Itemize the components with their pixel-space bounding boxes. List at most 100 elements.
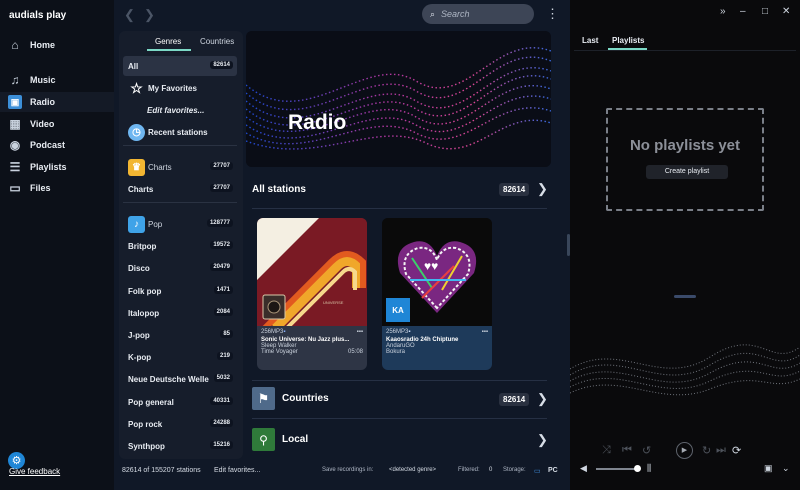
hero-banner: Radio [246,31,551,167]
chevron-down-icon[interactable]: ⌄ [782,463,790,474]
create-playlist-button[interactable]: Create playlist [646,165,728,179]
genre-item-all[interactable]: All 82614 [123,56,237,76]
status-bar: 82614 of 155207 stations Edit favorites.… [114,462,570,480]
forward-arrow-icon[interactable]: ❯ [144,7,155,23]
trophy-icon: ♛ [128,158,145,176]
genre-item[interactable]: Folk pop 1471 [123,281,237,301]
station-card[interactable]: ♥♥ KA 256MP3 ▪ ▪▪▪ Kaaosradio 24h Chiptune… [382,218,492,370]
genre-item[interactable]: Pop general 40331 [123,392,237,412]
previous-icon[interactable]: ⏮ [622,444,632,457]
storage-value[interactable]: PC [548,467,558,474]
star-icon: ☆ [130,79,143,96]
divider [574,50,796,51]
divider [123,145,237,146]
repeat-icon[interactable]: ⟳ [732,444,741,457]
svg-text:♥♥: ♥♥ [424,259,438,273]
rewind-icon[interactable]: ↺ [642,444,651,457]
tab-playlists[interactable]: Playlists [612,36,644,45]
genre-label: K-pop [128,352,152,362]
minimize-icon[interactable]: – [740,6,746,17]
cast-icon[interactable]: ▣ [764,463,773,474]
genre-count: 27707 [210,184,233,192]
nav-item-radio[interactable]: ▣ Radio [0,92,114,112]
genre-label: Recent stations [148,127,208,137]
genre-count: 20479 [210,263,233,271]
app-brand: audials play [9,10,67,21]
genre-item[interactable]: Synthpop 15216 [123,436,237,456]
folder-icon: ▭ [9,181,21,195]
forward-icon[interactable]: ↻ [702,444,711,457]
all-stations-count: 82614 [499,183,530,196]
edit-favorites-status-link[interactable]: Edit favorites... [214,467,260,474]
nav-item-files[interactable]: ▭ Files [8,178,112,198]
storage-label: Storage: [503,467,526,473]
nav-item-video[interactable]: ▦ Video [8,114,112,134]
all-stations-label[interactable]: All stations [252,184,306,195]
back-arrow-icon[interactable]: ❮ [124,7,135,23]
equalizer-icon[interactable]: ⫼ [647,463,651,474]
speaker-icon[interactable]: ◀ [580,463,587,474]
player-wave-art [570,344,800,396]
chevron-right-icon[interactable]: ❯ [537,181,548,197]
genre-count: 24288 [210,419,233,427]
tab-genres[interactable]: Genres [155,37,181,46]
genre-item[interactable]: Pop rock 24288 [123,414,237,434]
give-feedback-link[interactable]: Give feedback [9,467,60,476]
save-recordings-value[interactable]: <detected genre> [389,467,436,473]
volume-slider[interactable] [596,468,638,470]
nav-item-playlists[interactable]: ☰ Playlists [8,157,112,177]
genre-item-charts[interactable]: Charts 27707 [123,179,237,199]
genre-label: Synthpop [128,441,165,451]
shuffle-icon[interactable]: ⤨ [602,444,611,457]
clock-icon: ◷ [128,123,145,141]
next-icon[interactable]: ⏭ [716,444,726,457]
nav-item-home[interactable]: ⌂ Home [8,35,112,55]
genre-item[interactable]: Neue Deutsche Welle 5032 [123,369,237,389]
genre-count: 128777 [206,219,233,227]
more-menu-icon[interactable]: ⋮ [546,6,559,22]
main-content: ❮ ❯ ⌕ Search ⋮ Genres Countries All 8261… [114,0,570,490]
genre-group-pop[interactable]: ♪ Pop 128777 [123,214,237,234]
genre-group-charts[interactable]: ♛ Charts 27707 [123,157,237,177]
play-button[interactable]: ▶ [676,442,693,459]
volume-knob[interactable] [634,465,641,472]
filtered-value: 0 [489,467,493,473]
pc-icon: ▭ [534,468,541,475]
station-card[interactable]: UNIVERSE 256MP3 ▪ ▪▪▪ Sonic Universe: Nu J… [257,218,367,370]
chevron-right-icon[interactable]: ❯ [537,391,548,407]
genre-label: Italopop [128,308,160,318]
edit-favorites-label: Edit favorites... [147,105,205,115]
tab-countries[interactable]: Countries [200,37,234,46]
left-nav: audials play ⌂ Home ♫ Music ▣ Radio ▦ Vi… [0,0,114,490]
genre-item[interactable]: J-pop 85 [123,325,237,345]
genre-item[interactable]: Italopop 2084 [123,303,237,323]
close-icon[interactable]: ✕ [782,6,790,17]
divider [123,202,237,203]
search-input[interactable]: ⌕ Search [422,4,534,24]
genre-count: 2084 [213,308,233,316]
hero-wave-art [246,31,551,167]
genre-count: 82614 [210,61,233,69]
divider [252,418,547,419]
empty-title: No playlists yet [629,137,741,154]
nav-item-podcast[interactable]: ◉ Podcast [8,135,112,155]
nav-item-music[interactable]: ♫ Music [8,70,112,90]
genre-item-favorites[interactable]: ☆ My Favorites [123,78,237,98]
genre-item[interactable]: K-pop 219 [123,347,237,367]
genre-item[interactable]: Disco 20479 [123,258,237,278]
genre-item[interactable]: Britpop 19572 [123,236,237,256]
podcast-icon: ◉ [9,138,21,152]
signal-icon: ▪▪▪ [481,329,488,335]
maximize-icon[interactable]: □ [762,6,768,17]
tab-last[interactable]: Last [582,36,598,45]
genre-count: 15216 [210,441,233,449]
genre-label: J-pop [128,330,150,340]
feedback-area: ⚙ Give feedback [8,452,60,476]
collapse-icon[interactable]: » [720,6,726,17]
genre-label: Pop general [128,397,174,407]
nav-label: Files [30,183,51,193]
local-row[interactable]: ⚲ Local [252,428,547,452]
chevron-right-icon[interactable]: ❯ [537,432,548,448]
genre-item-recent[interactable]: ◷ Recent stations [123,122,237,142]
edit-favorites-link[interactable]: Edit favorites... [123,100,237,120]
